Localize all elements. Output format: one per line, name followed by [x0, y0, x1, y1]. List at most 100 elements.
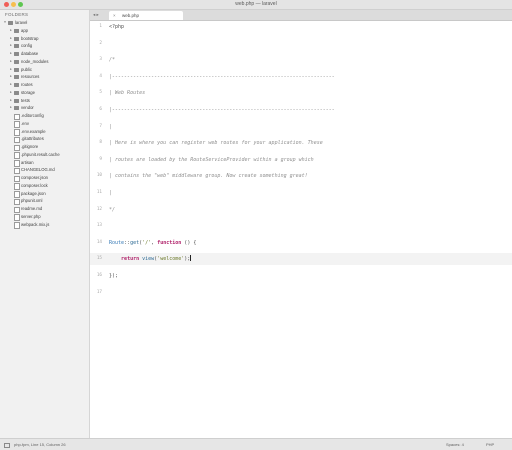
tab-close-icon[interactable]: × — [113, 11, 116, 20]
code-token: '/' — [142, 239, 152, 246]
tree-file[interactable]: package.json — [0, 190, 89, 198]
code-line[interactable]: 11 | — [90, 187, 512, 199]
tree-item-label: storage — [21, 89, 35, 95]
folder-icon — [14, 59, 19, 64]
tree-folder[interactable]: ▸ app — [0, 27, 89, 35]
tree-file[interactable]: .env.example — [0, 128, 89, 136]
disclosure-closed-icon[interactable]: ▸ — [9, 35, 13, 43]
tree-folder[interactable]: ▸ resources — [0, 73, 89, 81]
disclosure-closed-icon[interactable]: ▸ — [9, 104, 13, 112]
line-number: 9 — [99, 156, 102, 162]
folder-icon — [14, 67, 19, 72]
tree-item-label: app — [21, 27, 28, 33]
tree-file[interactable]: .phpunit.result.cache — [0, 151, 89, 159]
tree-file[interactable]: composer.lock — [0, 182, 89, 190]
tree-item-label: .env.example — [21, 128, 46, 134]
code-line[interactable]: 5 | Web Routes — [90, 87, 512, 99]
disclosure-closed-icon[interactable]: ▸ — [9, 81, 13, 89]
disclosure-closed-icon[interactable]: ▸ — [9, 73, 13, 81]
code-line-current[interactable]: 15 return view('welcome'); — [90, 253, 512, 266]
folder-icon — [14, 83, 19, 87]
tree-file[interactable]: readme.md — [0, 205, 89, 214]
tree-item-label: node_modules — [21, 58, 49, 64]
code-editor[interactable]: 1 <?php 2 3 /* 4 |----------------------------… — [90, 21, 512, 438]
folder-icon — [8, 21, 13, 25]
file-tree: ▾ laravel ▸ app ▸ bootstrap ▸ config ▸ database ▸ n… — [0, 19, 89, 229]
code-line[interactable]: 3 /* — [90, 54, 512, 66]
line-number: 6 — [99, 107, 102, 112]
tree-file[interactable]: .env — [0, 120, 89, 128]
tree-folder[interactable]: ▸ routes — [0, 81, 89, 89]
disclosure-closed-icon[interactable]: ▸ — [9, 27, 13, 35]
tree-item-label: .env — [21, 120, 29, 126]
cursor-position: php-fpm, Line 15, Column 26 — [14, 442, 66, 447]
indentation-setting[interactable]: Spaces: 4 — [446, 439, 464, 450]
code-line[interactable]: 12 */ — [90, 204, 512, 216]
tree-file[interactable]: artisan — [0, 159, 89, 167]
tree-file[interactable]: composer.json — [0, 174, 89, 183]
text-cursor — [190, 255, 191, 262]
disclosure-closed-icon[interactable]: ▸ — [9, 50, 13, 58]
tree-folder[interactable]: ▸ bootstrap — [0, 35, 89, 43]
disclosure-closed-icon[interactable]: ▸ — [9, 66, 13, 74]
tree-file[interactable]: .editorconfig — [0, 112, 89, 121]
code-line[interactable]: 16}); — [90, 270, 512, 282]
tree-item-label: vendor — [21, 105, 34, 111]
code-text: /* — [109, 57, 116, 64]
window-title: web.php — laravel — [235, 1, 277, 7]
code-line[interactable]: 7 | — [90, 121, 512, 133]
tree-folder[interactable]: ▸ storage — [0, 89, 89, 97]
tree-folder[interactable]: ▸ vendor — [0, 104, 89, 112]
tree-folder[interactable]: ▸ tests — [0, 97, 89, 105]
tree-item-label: package.json — [21, 190, 46, 196]
tree-item-label: artisan — [21, 159, 34, 165]
folder-icon — [14, 75, 19, 80]
tree-file[interactable]: CHANGELOG.md — [0, 166, 89, 175]
code-line[interactable]: 8 | Here is where you can register web ro… — [90, 137, 512, 149]
code-text: }); — [109, 273, 119, 279]
disclosure-closed-icon[interactable]: ▸ — [9, 42, 13, 50]
status-bar: php-fpm, Line 15, Column 26 Spaces: 4 PH… — [0, 438, 512, 450]
code-token: Route — [109, 239, 125, 246]
tree-item-label: CHANGELOG.md — [21, 167, 55, 173]
tab-navigation-arrows[interactable]: ◂ ▸ — [93, 10, 99, 20]
code-token: get — [130, 239, 140, 246]
tree-folder[interactable]: ▸ public — [0, 66, 89, 74]
tree-file[interactable]: .gitignore — [0, 143, 89, 152]
tree-item-label: .editorconfig — [21, 113, 44, 118]
disclosure-closed-icon[interactable]: ▸ — [9, 89, 13, 97]
disclosure-closed-icon[interactable]: ▸ — [9, 97, 13, 105]
tab-web-php[interactable]: × web.php — [109, 11, 183, 20]
tree-folder-root[interactable]: ▾ laravel — [0, 19, 89, 27]
tree-folder[interactable]: ▸ node_modules — [0, 58, 89, 66]
tree-file[interactable]: phpunit.xml — [0, 197, 89, 206]
line-number: 4 — [99, 73, 102, 79]
code-line[interactable]: 17 — [90, 287, 512, 299]
code-line[interactable]: 9 | routes are loaded by the RouteService… — [90, 154, 512, 166]
disclosure-open-icon[interactable]: ▾ — [3, 19, 7, 27]
code-text: */ — [109, 206, 116, 213]
tree-file[interactable]: webpack.mix.js — [0, 221, 89, 229]
tree-folder[interactable]: ▸ database — [0, 50, 89, 58]
code-line[interactable]: 14 Route::get('/', function () { — [90, 237, 512, 249]
code-line[interactable]: 13 — [90, 220, 512, 232]
code-line[interactable]: 4 |--------------------------------------… — [90, 71, 512, 83]
line-number: 13 — [96, 223, 102, 229]
code-text: <?php — [109, 24, 125, 30]
code-line[interactable]: 10 | contains the "web" middleware group.… — [90, 170, 512, 182]
tree-file[interactable]: server.php — [0, 213, 89, 221]
line-number: 11 — [96, 190, 102, 195]
folder-icon — [14, 44, 19, 49]
code-line[interactable]: 6 |--------------------------------------… — [90, 104, 512, 116]
tree-folder[interactable]: ▸ config — [0, 42, 89, 50]
tree-file[interactable]: .gitattributes — [0, 135, 89, 144]
code-line[interactable]: 1 <?php — [90, 21, 512, 33]
panel-toggle-icon[interactable] — [4, 443, 10, 448]
code-text: | Web Routes — [109, 90, 146, 97]
disclosure-closed-icon[interactable]: ▸ — [9, 58, 13, 66]
code-line[interactable]: 2 — [90, 38, 512, 50]
folders-header: FOLDERS — [5, 12, 29, 17]
tree-item-label: readme.md — [21, 206, 43, 211]
line-number: 8 — [99, 140, 102, 146]
syntax-selector[interactable]: PHP — [486, 439, 494, 450]
